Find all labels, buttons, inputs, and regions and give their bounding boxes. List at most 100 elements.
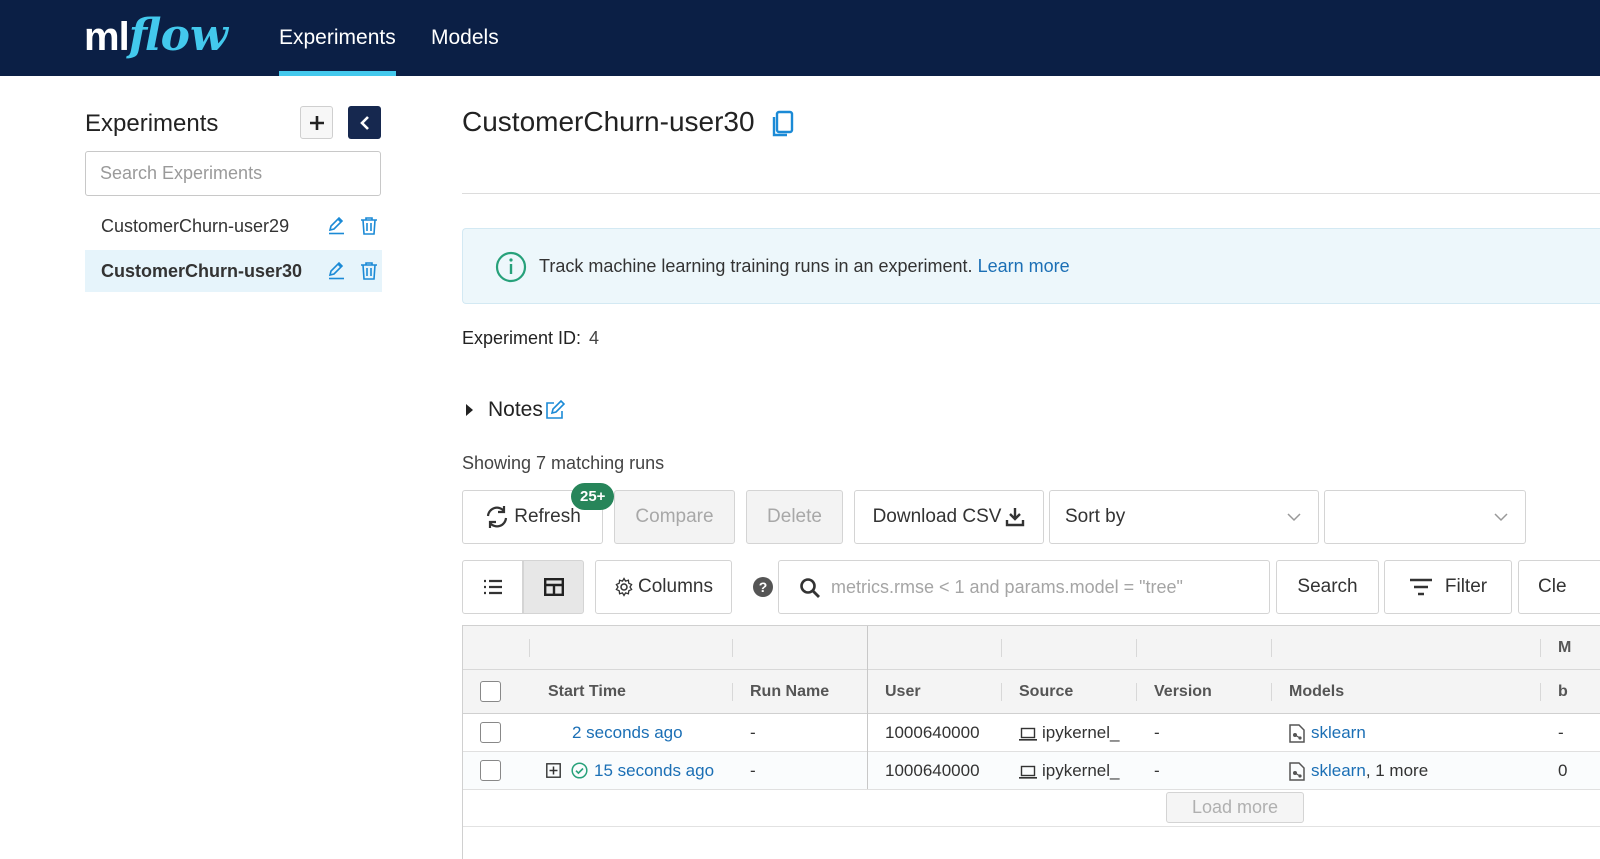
laptop-icon bbox=[1019, 765, 1037, 779]
columns-button[interactable]: Columns bbox=[595, 560, 732, 614]
info-banner: Track machine learning training runs in … bbox=[462, 228, 1600, 304]
check-circle-icon bbox=[571, 762, 588, 779]
trash-icon[interactable] bbox=[360, 261, 378, 281]
sidebar-title: Experiments bbox=[85, 110, 219, 137]
filter-label: Filter bbox=[1444, 576, 1488, 597]
chevron-down-icon bbox=[1287, 513, 1301, 522]
col-models[interactable]: Models bbox=[1289, 683, 1344, 701]
search-button[interactable]: Search bbox=[1276, 560, 1379, 614]
runs-table: M Start Time Run Name User Source Versio… bbox=[462, 625, 1600, 859]
col-metric[interactable]: b bbox=[1558, 683, 1568, 701]
trash-icon[interactable] bbox=[360, 216, 378, 236]
notes-section: Notes bbox=[462, 398, 565, 422]
sort-by-value: Sort by bbox=[1065, 506, 1126, 527]
logo-ml: ml bbox=[84, 15, 130, 59]
logo-flow: flow bbox=[128, 10, 228, 61]
model-icon bbox=[1289, 724, 1305, 743]
metrics-group-header: M bbox=[1558, 639, 1572, 656]
more-models: , 1 more bbox=[1365, 761, 1429, 780]
run-search-input[interactable] bbox=[831, 561, 1261, 613]
user-cell: 1000640000 bbox=[885, 723, 980, 742]
collapse-sidebar-button[interactable] bbox=[348, 106, 381, 139]
edit-icon[interactable] bbox=[327, 261, 346, 280]
row-checkbox[interactable] bbox=[480, 760, 501, 781]
info-icon bbox=[495, 251, 527, 283]
col-user[interactable]: User bbox=[885, 683, 921, 701]
col-run-name[interactable]: Run Name bbox=[750, 683, 829, 701]
filter-button[interactable]: Filter bbox=[1384, 560, 1512, 614]
version-cell: - bbox=[1154, 761, 1160, 780]
col-start-time[interactable]: Start Time bbox=[548, 683, 626, 701]
chevron-down-icon bbox=[1494, 513, 1508, 522]
model-link[interactable]: sklearn bbox=[1311, 761, 1366, 780]
run-name-cell: - bbox=[750, 723, 756, 742]
model-link[interactable]: sklearn bbox=[1311, 723, 1366, 743]
row-checkbox[interactable] bbox=[480, 722, 501, 743]
clear-button[interactable]: Cle bbox=[1518, 560, 1600, 614]
version-cell: - bbox=[1154, 723, 1160, 742]
col-version[interactable]: Version bbox=[1154, 683, 1212, 701]
refresh-icon bbox=[487, 506, 508, 528]
edit-icon[interactable] bbox=[327, 216, 346, 235]
experiment-id-value: 4 bbox=[589, 328, 600, 348]
info-text: Track machine learning training runs in … bbox=[539, 256, 973, 276]
plus-icon bbox=[309, 115, 324, 130]
source-cell[interactable]: ipykernel_ bbox=[1042, 723, 1120, 743]
edit-notes-icon[interactable] bbox=[545, 400, 565, 420]
gear-icon bbox=[615, 577, 633, 597]
table-footer-line bbox=[463, 826, 1600, 827]
laptop-icon bbox=[1019, 727, 1037, 741]
tab-experiments[interactable]: Experiments bbox=[279, 0, 396, 76]
mlflow-logo[interactable]: ml flow bbox=[84, 6, 228, 66]
table-row[interactable]: 15 seconds ago - 1000640000 ipykernel_ -… bbox=[463, 752, 1600, 790]
delete-button[interactable]: Delete bbox=[746, 490, 843, 544]
tab-models[interactable]: Models bbox=[431, 0, 499, 76]
table-view-toggle[interactable] bbox=[523, 560, 584, 614]
filter-icon bbox=[1409, 578, 1432, 596]
copy-icon[interactable] bbox=[770, 110, 796, 140]
refresh-label: Refresh bbox=[514, 506, 581, 527]
experiment-title: CustomerChurn-user30 bbox=[462, 106, 755, 137]
load-more-button[interactable]: Load more bbox=[1166, 792, 1304, 823]
expand-icon[interactable] bbox=[546, 763, 561, 778]
sidebar-item-experiment-selected[interactable]: CustomerChurn-user30 bbox=[85, 250, 382, 292]
metric-cell: - bbox=[1558, 723, 1564, 742]
table-header: Start Time Run Name User Source Version … bbox=[463, 670, 1600, 714]
notes-label[interactable]: Notes bbox=[488, 398, 543, 422]
source-cell[interactable]: ipykernel_ bbox=[1042, 761, 1120, 781]
start-time-link[interactable]: 15 seconds ago bbox=[594, 761, 714, 781]
experiment-name: CustomerChurn-user29 bbox=[101, 215, 290, 236]
sidebar-item-experiment[interactable]: CustomerChurn-user29 bbox=[85, 205, 382, 247]
divider bbox=[462, 193, 1600, 194]
download-csv-button[interactable]: Download CSV bbox=[854, 490, 1044, 544]
user-cell: 1000640000 bbox=[885, 761, 980, 780]
columns-label: Columns bbox=[638, 576, 713, 597]
list-view-toggle[interactable] bbox=[462, 560, 523, 614]
start-time-link[interactable]: 2 seconds ago bbox=[572, 723, 683, 743]
col-source[interactable]: Source bbox=[1019, 683, 1073, 701]
sort-by-select[interactable]: Sort by bbox=[1049, 490, 1319, 544]
download-icon bbox=[1006, 508, 1025, 527]
learn-more-link[interactable]: Learn more bbox=[978, 256, 1070, 276]
run-search-box bbox=[778, 560, 1270, 614]
table-row[interactable]: 2 seconds ago - 1000640000 ipykernel_ - … bbox=[463, 714, 1600, 752]
sort-order-select[interactable] bbox=[1324, 490, 1526, 544]
new-runs-badge: 25+ bbox=[571, 483, 615, 510]
model-icon bbox=[1289, 762, 1305, 781]
experiment-name: CustomerChurn-user30 bbox=[101, 260, 303, 281]
metric-cell: 0 bbox=[1558, 761, 1568, 780]
models-cell: sklearn, 1 more bbox=[1311, 761, 1428, 781]
download-csv-label: Download CSV bbox=[872, 506, 1002, 527]
table-icon bbox=[543, 578, 564, 596]
select-all-checkbox[interactable] bbox=[480, 681, 501, 702]
list-icon bbox=[483, 579, 502, 595]
pinned-column-divider bbox=[867, 626, 868, 789]
compare-button[interactable]: Compare bbox=[614, 490, 735, 544]
help-icon[interactable]: ? bbox=[753, 577, 773, 597]
column-group-header: M bbox=[463, 626, 1600, 670]
add-experiment-button[interactable] bbox=[300, 106, 333, 139]
search-icon bbox=[800, 578, 820, 598]
caret-right-icon[interactable] bbox=[466, 404, 473, 416]
top-navbar: ml flow Experiments Models bbox=[0, 0, 1600, 76]
search-experiments-input[interactable] bbox=[85, 151, 381, 196]
